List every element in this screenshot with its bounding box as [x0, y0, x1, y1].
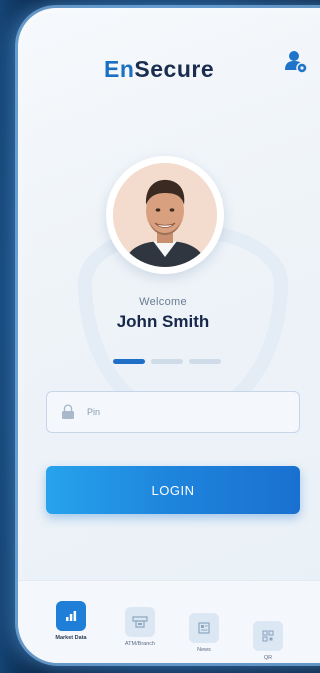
phone-screen: EnSecure Welcome John Smith LOGIN Market…	[18, 8, 320, 663]
logo-suffix: Secure	[134, 56, 215, 82]
carousel-indicator	[113, 359, 221, 364]
app-logo: EnSecure	[104, 56, 214, 83]
user-settings-icon	[285, 51, 308, 74]
carousel-dot[interactable]	[113, 359, 145, 364]
pin-field[interactable]	[46, 391, 300, 433]
user-name: John Smith	[116, 312, 210, 331]
nav-item-news[interactable]: News	[174, 613, 234, 653]
bottom-navigation: Market Data ATM/Branch News QR	[18, 580, 320, 663]
logo-prefix: En	[104, 56, 135, 82]
nav-item-qr[interactable]: QR	[238, 621, 298, 661]
qr-code-icon	[253, 621, 283, 651]
carousel-dot[interactable]	[151, 359, 183, 364]
chart-icon	[56, 601, 86, 631]
atm-icon	[125, 607, 155, 637]
nav-item-atm-branch[interactable]: ATM/Branch	[110, 607, 170, 647]
avatar	[113, 163, 217, 267]
login-button[interactable]: LOGIN	[46, 466, 300, 514]
news-icon	[189, 613, 219, 643]
nav-label: ATM/Branch	[124, 641, 156, 647]
user-settings-button[interactable]	[284, 48, 310, 74]
nav-label: QR	[263, 655, 273, 661]
avatar-frame	[106, 156, 224, 274]
nav-item-market-data[interactable]: Market Data	[41, 601, 101, 641]
pin-input[interactable]	[87, 407, 267, 417]
welcome-label: Welcome	[139, 296, 187, 308]
nav-label: News	[197, 647, 211, 653]
user-photo	[113, 163, 217, 267]
nav-label: Market Data	[55, 635, 87, 641]
lock-icon	[62, 404, 74, 419]
carousel-dot[interactable]	[189, 359, 221, 364]
